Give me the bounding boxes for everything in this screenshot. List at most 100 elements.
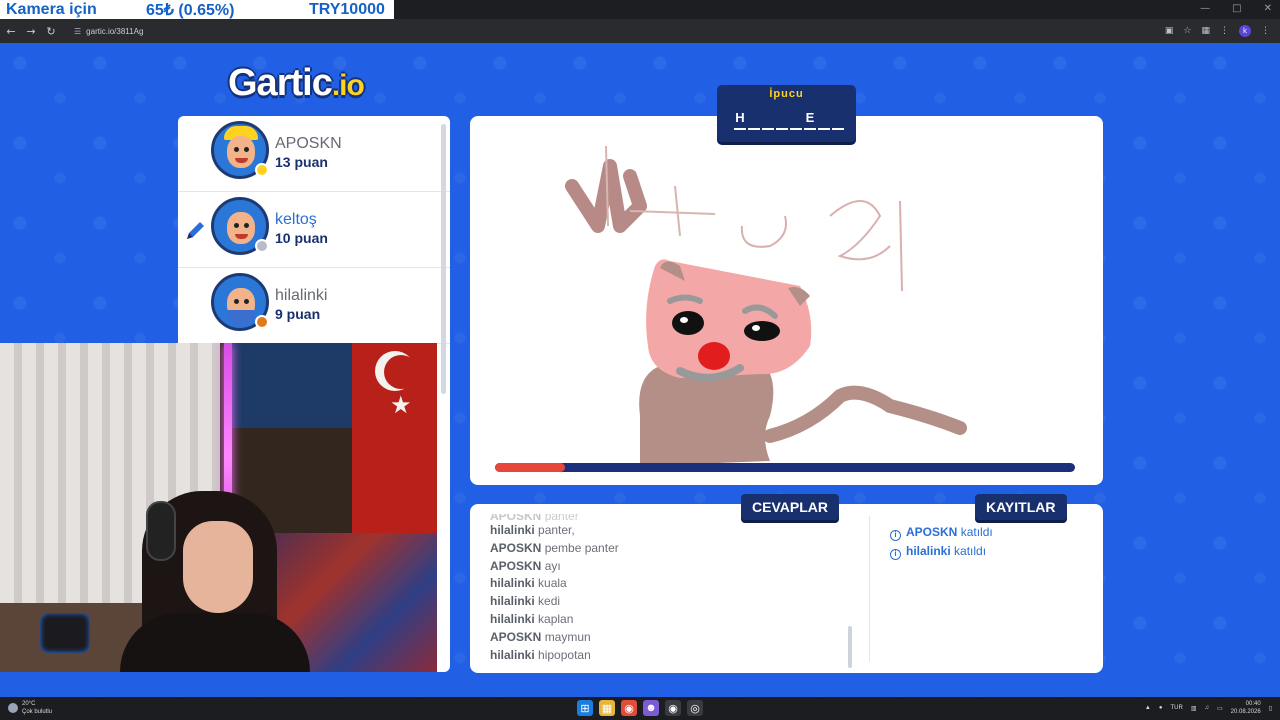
overlay-price: 65₺ (0.65%): [146, 1, 235, 19]
webcam-feed: ★: [0, 343, 437, 672]
weather-widget[interactable]: 20°C Çok bulutlu: [8, 700, 52, 716]
chrome-icon[interactable]: ◉: [621, 700, 637, 716]
volume-icon[interactable]: ♫: [1204, 705, 1209, 711]
answers-list[interactable]: APOSKN panter hilalinki panter, APOSKN pem…: [490, 514, 860, 664]
overlay-goal: TRY10000: [309, 0, 385, 18]
forward-icon[interactable]: →: [22, 25, 40, 38]
answer-item: hilalinki kedi: [490, 593, 860, 611]
info-icon: i: [890, 530, 901, 541]
hint-title: İpucu: [769, 88, 804, 100]
maximize-icon[interactable]: □: [1232, 3, 1241, 14]
battery-icon[interactable]: ▭: [1217, 705, 1223, 712]
tab-logs[interactable]: KAYITLAR: [975, 494, 1067, 520]
player-score: 13 puan: [275, 154, 328, 170]
log-text: katıldı: [960, 525, 993, 539]
answer-user: hilalinki: [490, 611, 535, 626]
round-timer-fill: [495, 463, 565, 472]
back-icon[interactable]: ←: [2, 25, 20, 38]
window-controls: — □ ✕: [1200, 3, 1272, 14]
player-status-dot: [255, 315, 269, 329]
log-user: hilalinki: [906, 544, 951, 558]
player-avatar: [211, 197, 269, 255]
windows-taskbar: 20°C Çok bulutlu ⊞ ▦ ◉ ☻ ◉ ◎ ▲ ● TUR ▥ ♫…: [0, 697, 1280, 720]
network-icon[interactable]: ▥: [1191, 705, 1197, 712]
answer-item: APOSKN pembe panter: [490, 540, 860, 558]
close-icon[interactable]: ✕: [1264, 3, 1272, 14]
hint-letter-slot: E: [804, 110, 816, 130]
minimize-icon[interactable]: —: [1200, 3, 1210, 14]
answer-user: hilalinki: [490, 523, 535, 537]
answer-text: kuala: [538, 576, 567, 591]
log-item: i hilalinki katıldı: [890, 542, 993, 561]
chrome-active-icon[interactable]: ◉: [665, 700, 681, 716]
obs-icon[interactable]: ◎: [687, 700, 703, 716]
profile-avatar[interactable]: k: [1239, 25, 1251, 37]
menu-icon[interactable]: ⋮: [1220, 26, 1229, 36]
file-explorer-icon[interactable]: ▦: [599, 700, 615, 716]
stroke-nose: [698, 342, 730, 370]
hint-box: İpucu HE: [717, 85, 856, 142]
windows-start-icon[interactable]: ⊞: [577, 700, 593, 716]
language-indicator[interactable]: TUR: [1170, 705, 1182, 711]
discord-icon[interactable]: ☻: [643, 700, 659, 716]
info-icon: i: [890, 549, 901, 560]
player-avatar: [211, 273, 269, 331]
clock-date: 20.08.2026: [1230, 709, 1261, 715]
answer-user: APOSKN: [490, 540, 542, 555]
answer-text: panter: [544, 514, 579, 522]
answer-text: pembe panter: [544, 540, 619, 555]
hint-letter-slot: [762, 110, 774, 130]
overlay-label: Kamera için: [6, 0, 97, 18]
browser-toolbar: ← → ↻ ☰ gartic.io/3811Ag ▣ ☆ ▦ ⋮ k ⋮: [0, 19, 1280, 43]
answer-text: ayı: [544, 558, 561, 573]
player-status-dot: [255, 239, 269, 253]
player-status-dot: [255, 163, 269, 177]
weather-condition: Çok bulutlu: [22, 709, 53, 715]
answer-user: APOSKN: [490, 558, 542, 573]
player-avatar: [211, 121, 269, 179]
tab-answers[interactable]: CEVAPLAR: [741, 494, 839, 520]
stroke-eye-right: [744, 321, 780, 341]
clock[interactable]: 00:40 20.08.2026: [1231, 700, 1261, 716]
answer-user: APOSKN: [490, 629, 542, 644]
answer-item: hilalinki panter,: [490, 522, 860, 540]
cast-icon[interactable]: ▣: [1165, 26, 1174, 36]
answer-user: APOSKN: [490, 514, 542, 522]
reload-icon[interactable]: ↻: [42, 25, 60, 38]
player-list-scrollbar[interactable]: [441, 124, 446, 394]
answer-user: hilalinki: [490, 594, 535, 609]
answer-item: hilalinki kuala: [490, 575, 860, 593]
system-tray: ▲ ● TUR ▥ ♫ ▭ 00:40 20.08.2026 ▯: [1145, 700, 1272, 716]
headset-icon: [146, 501, 176, 561]
player-row[interactable]: keltoş 10 puan: [178, 192, 450, 268]
address-bar[interactable]: ☰ gartic.io/3811Ag: [68, 22, 1158, 40]
player-row[interactable]: hilalinki 9 puan: [178, 268, 450, 344]
stroke-tail: [763, 385, 967, 443]
hint-letter-slot: [748, 110, 760, 130]
player-name: keltoş: [275, 211, 317, 228]
hint-word: HE: [734, 110, 844, 130]
answer-text: hipopotan: [538, 647, 591, 662]
drawing-canvas[interactable]: gartic: [470, 116, 1103, 485]
answer-item: APOSKN ayı: [490, 558, 860, 576]
chevron-up-icon[interactable]: ▲: [1145, 705, 1151, 711]
answer-text: maymun: [544, 629, 591, 644]
panel-divider: [869, 516, 870, 662]
site-info-icon[interactable]: ☰: [74, 27, 81, 36]
gartic-logo[interactable]: Gartic.io: [228, 62, 365, 105]
stream-donation-overlay: Kamera için 65₺ (0.65%) TRY10000: [0, 0, 394, 19]
answer-item: APOSKN maymun: [490, 629, 860, 647]
microphone-tray-icon[interactable]: ●: [1159, 705, 1163, 711]
player-score: 9 puan: [275, 306, 321, 322]
more-icon[interactable]: ⋮: [1261, 26, 1270, 36]
microphone-icon: [40, 613, 90, 653]
notification-icon[interactable]: ▯: [1269, 705, 1272, 712]
player-row[interactable]: APOSKN 13 puan: [178, 116, 450, 192]
bookmark-star-icon[interactable]: ☆: [1183, 26, 1191, 36]
answers-scrollbar[interactable]: [848, 626, 852, 668]
answer-text: kedi: [538, 594, 561, 609]
hint-letter-slot: [832, 110, 844, 130]
hint-letter-slot: H: [734, 110, 746, 130]
dark-flag: [232, 343, 357, 428]
extensions-icon[interactable]: ▦: [1201, 26, 1210, 36]
